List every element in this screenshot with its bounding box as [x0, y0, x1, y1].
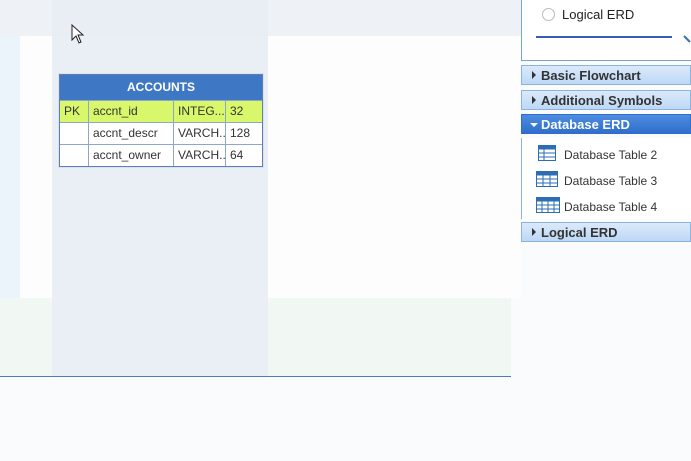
- row-type-cell[interactable]: VARCH...: [174, 123, 226, 144]
- erd-table-title[interactable]: ACCOUNTS: [60, 75, 262, 100]
- row-key-cell[interactable]: [60, 123, 89, 144]
- database-erd-shape-list: Database Table 2 Database Table 3 Databa…: [521, 138, 691, 219]
- erd-table-row[interactable]: PK accnt_id INTEG... 32: [60, 100, 262, 122]
- input-underline: [536, 36, 672, 38]
- erd-table-accounts[interactable]: ACCOUNTS PK accnt_id INTEG... 32 accnt_d…: [59, 74, 263, 167]
- caret-right-icon: [532, 96, 536, 104]
- caret-right-icon: [532, 71, 536, 79]
- section-additional-symbols[interactable]: Additional Symbols: [521, 90, 691, 110]
- row-length-cell[interactable]: 128: [226, 123, 259, 144]
- section-label: Database ERD: [541, 117, 630, 132]
- logical-erd-option-label[interactable]: Logical ERD: [562, 7, 634, 22]
- row-key-cell[interactable]: PK: [60, 101, 89, 122]
- row-name-cell[interactable]: accnt_descr: [89, 123, 174, 144]
- table-icon: [536, 197, 560, 213]
- row-name-cell[interactable]: accnt_id: [89, 101, 174, 122]
- radio-icon[interactable]: [542, 8, 555, 21]
- section-label: Additional Symbols: [541, 93, 663, 108]
- row-type-cell[interactable]: INTEG...: [174, 101, 226, 122]
- shape-database-table-4[interactable]: Database Table 4: [522, 194, 691, 220]
- shape-database-table-3[interactable]: Database Table 3: [522, 168, 691, 194]
- erd-table-row[interactable]: accnt_owner VARCH... 64: [60, 144, 262, 166]
- shape-database-table-2[interactable]: Database Table 2: [522, 142, 691, 168]
- row-length-cell[interactable]: 64: [226, 145, 259, 166]
- table-icon: [538, 145, 556, 161]
- shape-label: Database Table 4: [564, 200, 658, 214]
- row-length-cell[interactable]: 32: [226, 101, 259, 122]
- chevron-down-icon[interactable]: [682, 34, 691, 46]
- section-database-erd[interactable]: Database ERD: [521, 114, 691, 134]
- shape-library-sidebar: Logical ERD Basic Flowchart Additional S…: [521, 0, 691, 461]
- sidebar-top-panel: Logical ERD: [521, 0, 691, 61]
- shape-label: Database Table 3: [564, 174, 658, 188]
- row-key-cell[interactable]: [60, 145, 89, 166]
- caret-down-icon: [530, 123, 538, 127]
- shape-label: Database Table 2: [564, 148, 658, 162]
- caret-right-icon: [532, 228, 536, 236]
- section-basic-flowchart[interactable]: Basic Flowchart: [521, 65, 691, 85]
- section-label: Basic Flowchart: [541, 68, 641, 83]
- section-logical-erd[interactable]: Logical ERD: [521, 222, 691, 242]
- mouse-cursor-icon: [71, 24, 85, 44]
- row-type-cell[interactable]: VARCH...: [174, 145, 226, 166]
- page-boundary-line: [0, 376, 511, 377]
- erd-table-row[interactable]: accnt_descr VARCH... 128: [60, 122, 262, 144]
- table-icon: [536, 171, 558, 187]
- section-label: Logical ERD: [541, 225, 618, 240]
- row-name-cell[interactable]: accnt_owner: [89, 145, 174, 166]
- page-column-highlight: [52, 0, 268, 376]
- canvas-left-strip: [0, 36, 20, 298]
